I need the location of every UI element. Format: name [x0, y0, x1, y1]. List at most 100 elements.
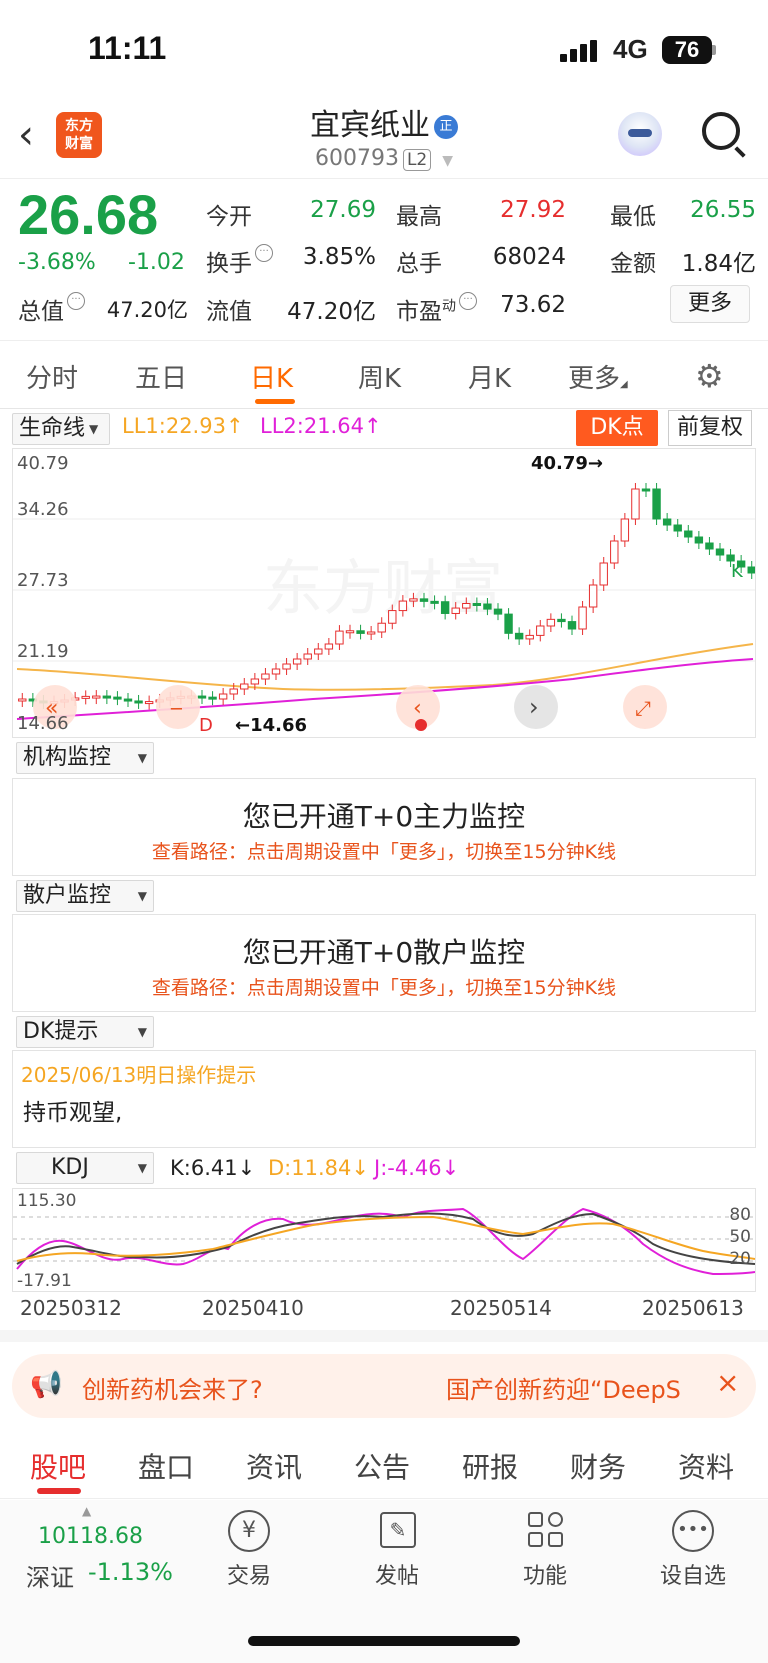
tab-forum[interactable]: 股吧 [30, 1446, 86, 1486]
candle-body [240, 683, 249, 690]
tab-finance[interactable]: 财务 [570, 1446, 626, 1486]
kline-chart[interactable]: 东方财富 › « ─ ‹ ⤢ 40.79 34.26 27.73 21.19 1… [12, 448, 756, 738]
kdj-k-value: K:6.41↓ [170, 1156, 256, 1180]
tab-5day[interactable]: 五日 [135, 358, 187, 395]
retail-monitor-dropdown[interactable]: 散户监控 ▼ [16, 880, 154, 912]
dk-point-button[interactable]: DK点 [576, 410, 658, 446]
price-adjust-button[interactable]: 前复权 [668, 410, 752, 446]
inst-monitor-dropdown[interactable]: 机构监控 ▼ [16, 742, 154, 774]
tab-orderbook[interactable]: 盘口 [138, 1446, 194, 1486]
nav-trade[interactable]: 交易 [204, 1558, 294, 1590]
gear-icon[interactable]: ⚙ [695, 357, 724, 395]
candle-body [662, 518, 672, 526]
y-tick: 40.79 [17, 453, 69, 474]
stock-name: 宜宾纸业 [310, 108, 430, 143]
edit-icon[interactable]: ✎ [380, 1512, 416, 1548]
grid-icon[interactable] [528, 1512, 564, 1548]
network-type: 4G [613, 34, 648, 64]
candle-body [493, 608, 503, 615]
candle-body [419, 598, 429, 602]
more-dots-icon[interactable]: ••• [672, 1510, 714, 1552]
x-date: 20250613 [642, 1296, 744, 1320]
close-icon[interactable]: × [716, 1366, 739, 1399]
tab-profile[interactable]: 资料 [678, 1446, 734, 1486]
tab-research[interactable]: 研报 [462, 1446, 518, 1486]
tab-announcements[interactable]: 公告 [354, 1446, 410, 1486]
stock-code: 600793 [314, 146, 399, 171]
search-icon[interactable] [702, 112, 740, 150]
tab-intraday[interactable]: 分时 [26, 358, 78, 395]
trade-icon[interactable]: ¥ [228, 1510, 270, 1552]
indicator-dropdown[interactable]: 生命线 ▼ [12, 413, 110, 445]
candle-body [684, 530, 693, 538]
battery-icon: 76 [662, 36, 712, 64]
candle-body [440, 601, 450, 614]
nav-post[interactable]: 发帖 [352, 1558, 442, 1590]
tab-daily-k[interactable]: 日K [250, 358, 293, 395]
kdj-y-top: 115.30 [17, 1191, 77, 1211]
candle-body [398, 600, 408, 612]
turnover-value: 3.85% [302, 244, 376, 270]
svg-text:─: ─ [170, 699, 183, 720]
nav-functions[interactable]: 功能 [500, 1558, 590, 1590]
inst-monitor-hint: 查看路径：点击周期设置中「更多」，切换至15分钟K线 [151, 841, 617, 863]
retail-monitor-panel: 您已开通T+0散户监控 查看路径：点击周期设置中「更多」，切换至15分钟K线 [12, 914, 756, 1012]
more-button[interactable]: 更多 [670, 285, 750, 323]
status-time: 11:11 [88, 30, 167, 66]
candle-body [599, 562, 608, 586]
tab-news[interactable]: 资讯 [246, 1446, 302, 1486]
info-icon: ··· [459, 292, 477, 310]
x-date: 20250514 [450, 1296, 552, 1320]
float-value: 47.20亿 [287, 299, 376, 325]
dk-tip-date: 2025/06/13明日操作提示 [21, 1063, 257, 1087]
pe-label[interactable]: 市盈动 ··· [396, 292, 477, 326]
svg-text:‹: ‹ [413, 696, 422, 721]
kdj-level: 20 [729, 1249, 751, 1269]
nav-watchlist[interactable]: 设自选 [648, 1558, 738, 1590]
tab-weekly-k[interactable]: 周K [358, 358, 401, 395]
mcap-label[interactable]: 总值 ··· [18, 292, 85, 326]
assistant-avatar-icon[interactable] [618, 112, 662, 156]
home-indicator [248, 1636, 520, 1646]
dropdown-arrow-icon: ▼ [137, 1161, 147, 1175]
candle-body [557, 618, 566, 623]
index-name[interactable]: 深证 [26, 1558, 74, 1593]
k-marker: K [731, 561, 743, 582]
d-marker: D [199, 715, 213, 736]
index-value[interactable]: 10118.68 [38, 1524, 143, 1549]
tab-more[interactable]: 更多◢ [568, 358, 628, 395]
ad-banner[interactable]: 📢 创新药机会来了? 国产创新药迎“DeepS × [12, 1354, 756, 1418]
candle-body [197, 695, 207, 699]
svg-text:›: › [529, 693, 539, 721]
kdj-y-bottom: -17.91 [17, 1271, 72, 1291]
candle-body [578, 606, 587, 630]
amount-value: 1.84亿 [681, 251, 756, 277]
svg-text:东方财富: 东方财富 [263, 554, 503, 624]
candle-body [314, 648, 323, 655]
candle-body [694, 536, 704, 544]
mcap-value: 47.20亿 [106, 298, 188, 322]
index-change[interactable]: -1.13% [88, 1558, 173, 1586]
kdj-chart[interactable]: 115.30 -17.91 80 50 20 [12, 1188, 756, 1292]
info-icon: ··· [255, 244, 273, 262]
kdj-j-value: J:-4.46↓ [374, 1156, 460, 1180]
open-value: 27.69 [310, 197, 376, 223]
y-tick: 14.66 [17, 713, 69, 734]
turnover-label[interactable]: 换手 ··· [206, 244, 273, 278]
high-annotation: 40.79→ [531, 453, 604, 474]
candle-body [451, 607, 460, 614]
dk-tip-dropdown[interactable]: DK提示 ▼ [16, 1016, 154, 1048]
candle-body [335, 630, 344, 645]
candle-body [504, 613, 513, 634]
svg-text:⤢: ⤢ [635, 696, 651, 720]
chevron-down-icon: ▼ [442, 153, 454, 169]
tab-monthly-k[interactable]: 月K [468, 358, 511, 395]
candle-body [705, 542, 714, 550]
ad-text-right: 国产创新药迎“DeepS [446, 1376, 681, 1404]
low-value: 26.55 [690, 197, 756, 223]
info-icon: ··· [67, 292, 85, 310]
candle-body [292, 658, 302, 665]
candle-body [134, 700, 143, 704]
kdj-dropdown[interactable]: KDJ ▼ [16, 1152, 154, 1184]
candle-body [303, 653, 312, 660]
